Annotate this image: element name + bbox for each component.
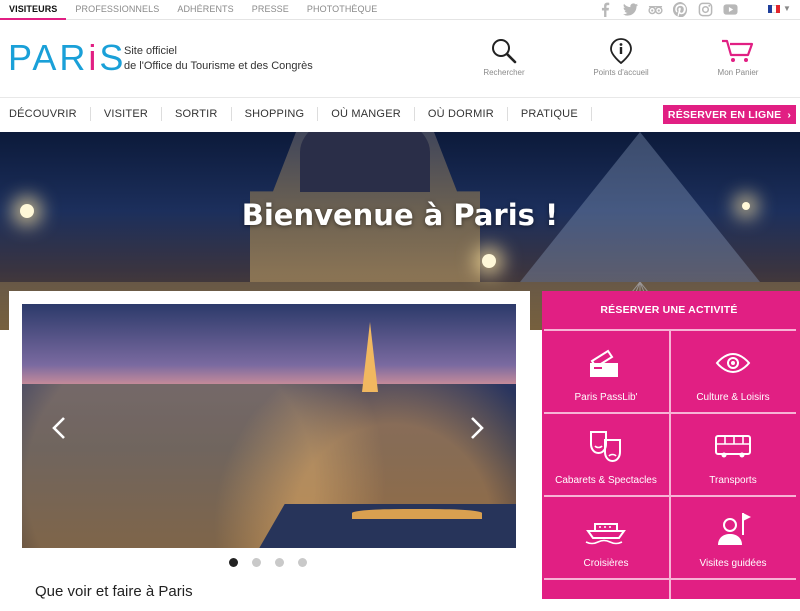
chevron-right-icon: ›	[787, 108, 792, 121]
tagline-line1: Site officiel	[124, 45, 177, 57]
tile-culture-loisirs[interactable]: Culture & Loisirs	[671, 331, 795, 412]
chevron-right-icon	[471, 417, 484, 439]
flag-red	[776, 4, 780, 13]
tile-more[interactable]	[544, 580, 668, 611]
tile-label: Cabarets & Spectacles	[555, 475, 657, 486]
main-navigation: DÉCOUVRIR VISITER SORTIR SHOPPING OÙ MAN…	[0, 98, 800, 132]
tile-visites-guidees[interactable]: Visites guidées	[671, 497, 795, 578]
theatre-masks-icon	[590, 431, 621, 463]
carousel-caption[interactable]: Que voir et faire à Paris	[35, 583, 193, 599]
eiffel-tower	[362, 322, 378, 392]
tab-visiteurs[interactable]: VISITEURS	[0, 0, 67, 20]
carousel-dots	[229, 558, 307, 567]
tile-label: Culture & Loisirs	[696, 392, 770, 403]
chevron-left-icon	[52, 417, 65, 439]
nav-visiter[interactable]: VISITER	[91, 107, 162, 121]
tab-adherents[interactable]: ADHÉRENTS	[168, 0, 242, 20]
search-button[interactable]: Rechercher	[464, 38, 544, 77]
carousel-slide-image[interactable]	[22, 304, 516, 548]
social-links	[598, 2, 738, 17]
tab-professionnels[interactable]: PROFESSIONNELS	[66, 0, 168, 20]
pass-ticket-icon	[590, 349, 618, 377]
tile-label: Paris PassLib'	[574, 392, 638, 403]
carousel-dot-1[interactable]	[229, 558, 238, 567]
audience-tabs: VISITEURS PROFESSIONNELS ADHÉRENTS PRESS…	[0, 0, 386, 20]
boat-icon	[585, 523, 626, 545]
facebook-icon[interactable]	[598, 2, 613, 17]
nav-ou-dormir[interactable]: OÙ DORMIR	[415, 107, 508, 121]
cart-button[interactable]: Mon Panier	[698, 38, 778, 77]
carousel-dot-3[interactable]	[275, 558, 284, 567]
main-menu: DÉCOUVRIR VISITER SORTIR SHOPPING OÙ MAN…	[0, 107, 592, 121]
nav-sortir[interactable]: SORTIR	[162, 107, 232, 121]
carousel-dot-2[interactable]	[252, 558, 261, 567]
tab-phototheque[interactable]: PHOTOTHÈQUE	[298, 0, 386, 20]
louvre-dome	[300, 132, 430, 192]
tile-label: Croisières	[583, 558, 629, 569]
activities-title: RÉSERVER UNE ACTIVITÉ	[600, 304, 738, 316]
pinterest-icon[interactable]	[673, 2, 688, 17]
points-accueil-button[interactable]: Points d'accueil	[581, 38, 661, 77]
nav-pratique[interactable]: PRATIQUE	[508, 107, 592, 121]
eye-icon	[715, 352, 751, 374]
street-lamp-center	[482, 254, 496, 268]
youtube-icon[interactable]	[723, 2, 738, 17]
top-bar: VISITEURS PROFESSIONNELS ADHÉRENTS PRESS…	[0, 0, 800, 20]
search-icon	[492, 39, 517, 64]
carousel-prev-button[interactable]	[50, 416, 70, 440]
partial-icon	[597, 605, 615, 611]
tile-transports[interactable]: Transports	[671, 414, 795, 495]
french-flag-icon	[768, 4, 780, 13]
paris-logo[interactable]: PARiS	[8, 38, 126, 78]
site-tagline: Site officiel de l'Office du Tourisme et…	[124, 44, 313, 74]
cart-label: Mon Panier	[717, 68, 759, 77]
tile-cabarets-spectacles[interactable]: Cabarets & Spectacles	[544, 414, 668, 495]
twitter-icon[interactable]	[623, 2, 638, 17]
hero-title: Bienvenue à Paris !	[241, 198, 559, 232]
site-header: PARiS Site officiel de l'Office du Touri…	[0, 20, 800, 98]
tile-label: Transports	[709, 475, 757, 486]
carousel-next-button[interactable]	[466, 416, 486, 440]
cart-icon	[722, 39, 754, 62]
reserve-online-label: RÉSERVER EN LIGNE	[667, 108, 782, 121]
instagram-icon[interactable]	[698, 2, 713, 17]
nav-ou-manger[interactable]: OÙ MANGER	[318, 107, 415, 121]
bridge	[352, 509, 482, 519]
carousel-dot-4[interactable]	[298, 558, 307, 567]
tagline-line2: de l'Office du Tourisme et des Congrès	[124, 60, 313, 72]
tile-label: Visites guidées	[699, 558, 767, 569]
location-info-icon	[610, 38, 632, 64]
tab-presse[interactable]: PRESSE	[243, 0, 298, 20]
language-selector[interactable]: ▼	[768, 4, 791, 13]
tile-paris-passlib[interactable]: Paris PassLib'	[544, 331, 668, 412]
featured-carousel: Que voir et faire à Paris	[9, 291, 530, 599]
tile-croisieres[interactable]: Croisières	[544, 497, 668, 578]
search-label: Rechercher	[483, 68, 525, 77]
nav-shopping[interactable]: SHOPPING	[232, 107, 319, 121]
nav-decouvrir[interactable]: DÉCOUVRIR	[0, 107, 91, 121]
chevron-down-icon: ▼	[783, 4, 791, 13]
points-accueil-label: Points d'accueil	[593, 68, 649, 77]
tripadvisor-icon[interactable]	[648, 2, 663, 17]
guide-flag-icon	[718, 513, 751, 545]
bus-icon	[715, 435, 751, 458]
reserve-online-button[interactable]: RÉSERVER EN LIGNE ›	[663, 105, 796, 124]
